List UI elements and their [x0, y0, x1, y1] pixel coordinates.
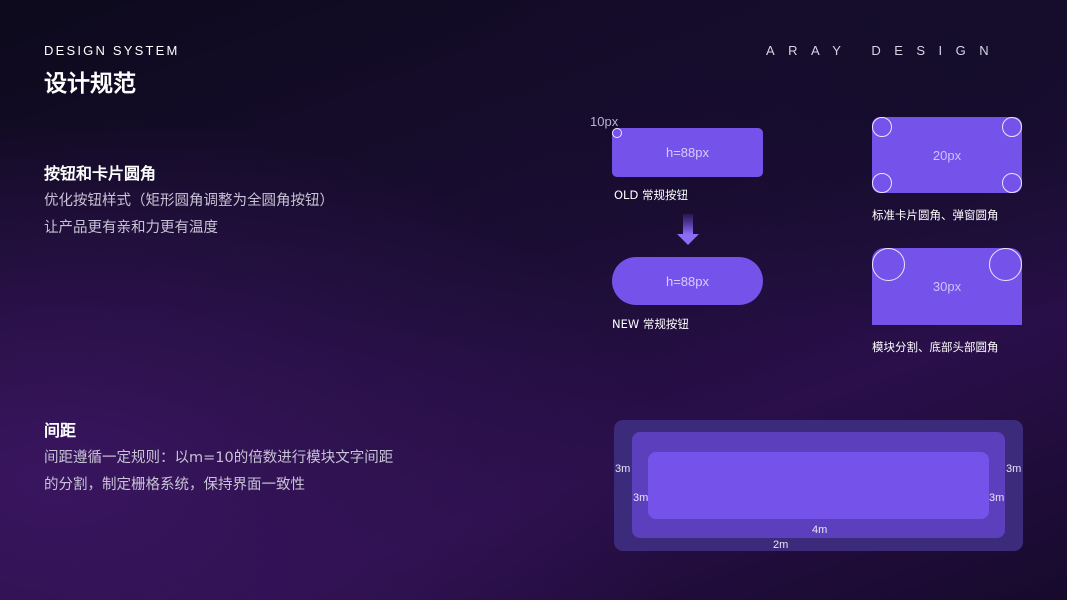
card-20px-label: 20px — [932, 147, 962, 163]
page-title: 设计规范 — [44, 71, 136, 97]
inner-left-margin-label: 3m — [633, 492, 649, 504]
corner-section-title: 按钮和卡片圆角 — [44, 164, 157, 183]
inner-right-margin-label: 3m — [989, 492, 1005, 504]
card-20px-corner-bl — [872, 173, 892, 193]
brand-name: ARAY DESIGN — [766, 43, 1003, 58]
outer-right-margin-label: 3m — [1006, 463, 1022, 475]
outer-bottom-margin-label: 2m — [773, 539, 789, 551]
corner-desc-line-1: 优化按钮样式（矩形圆角调整为全圆角按钮） — [44, 193, 334, 209]
new-button: h=88px — [612, 257, 763, 305]
spacing-desc-line-1: 间距遵循一定规则：以m=10的倍数进行模块文字间距 — [44, 450, 394, 466]
card-30px-caption: 模块分割、底部头部圆角 — [872, 340, 999, 354]
old-button-label: h=88px — [665, 145, 709, 160]
corner-section-desc: 优化按钮样式（矩形圆角调整为全圆角按钮） 让产品更有亲和力更有温度 — [44, 188, 334, 242]
card-20px: 20px — [872, 117, 1022, 193]
card-20px-corner-br — [1002, 173, 1022, 193]
card-30px-corner-tl — [872, 248, 905, 281]
old-button-caption: OLD 常规按钮 — [614, 188, 688, 202]
new-button-label: h=88px — [665, 273, 709, 289]
spacing-inner-layer — [648, 452, 989, 519]
inner-bottom-margin-label: 4m — [812, 524, 828, 536]
corner-desc-line-2: 让产品更有亲和力更有温度 — [44, 220, 218, 236]
spacing-desc-line-2: 的分割，制定栅格系统，保持界面一致性 — [44, 477, 305, 493]
card-30px-label: 30px — [932, 279, 962, 294]
old-button: h=88px — [612, 128, 763, 177]
card-20px-corner-tr — [1002, 117, 1022, 137]
outer-left-margin-label: 3m — [615, 463, 631, 475]
card-20px-corner-tl — [872, 117, 892, 137]
spacing-section-desc: 间距遵循一定规则：以m=10的倍数进行模块文字间距 的分割，制定栅格系统，保持界… — [44, 445, 393, 499]
arrow-down-icon — [677, 214, 699, 245]
radius-indicator-circle — [612, 128, 622, 138]
design-system-label: DESIGN SYSTEM — [44, 43, 180, 58]
spacing-section-title: 间距 — [44, 421, 77, 440]
radius-label: 10px — [590, 114, 619, 129]
card-30px-corner-tr — [989, 248, 1022, 281]
card-20px-caption: 标准卡片圆角、弹窗圆角 — [872, 208, 999, 222]
new-button-caption: NEW 常规按钮 — [612, 317, 689, 331]
